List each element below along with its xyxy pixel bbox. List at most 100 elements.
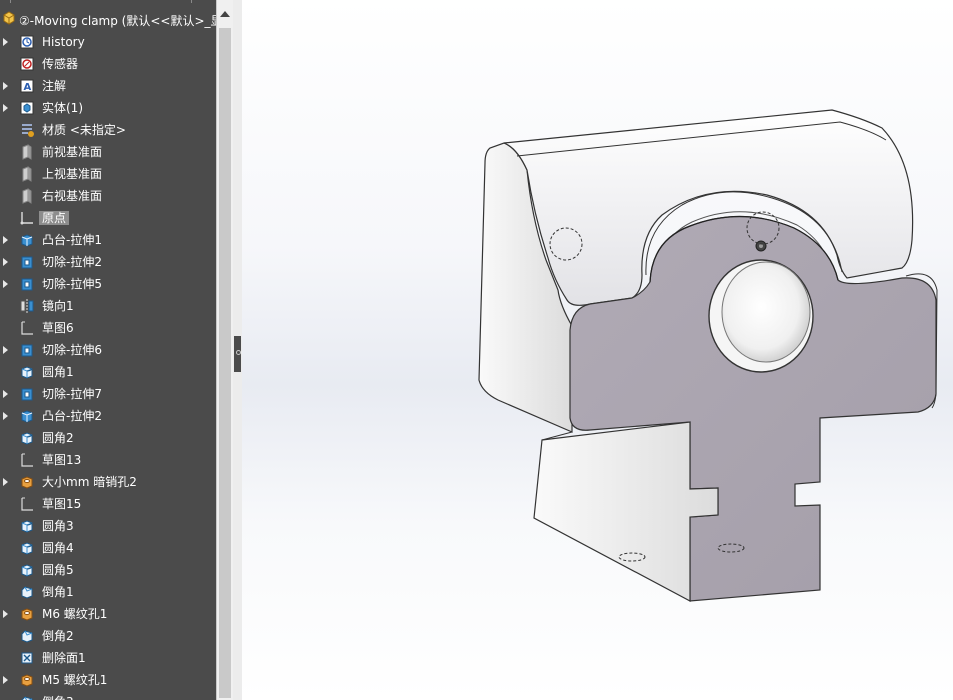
tree-item-label: 草图15 bbox=[42, 497, 82, 511]
tree-item-label: 倒角3 bbox=[42, 695, 74, 700]
chamfer-icon bbox=[21, 696, 33, 700]
tree-scrollbar[interactable] bbox=[216, 0, 234, 700]
tree-item-label: 注解 bbox=[42, 79, 67, 93]
tree-item-5[interactable]: 材质 <未指定> bbox=[0, 119, 216, 141]
tree-item-6[interactable]: 前视基准面 bbox=[0, 141, 216, 163]
tree-item-label: History bbox=[42, 35, 85, 49]
history-icon bbox=[20, 35, 34, 49]
tree-item-21[interactable]: 大小mm 暗销孔2 bbox=[0, 471, 216, 493]
tree-item-label: 删除面1 bbox=[42, 651, 86, 665]
tree-item-11[interactable]: 切除-拉伸2 bbox=[0, 251, 216, 273]
tree-item-1[interactable]: History bbox=[0, 31, 216, 53]
expand-arrow-icon[interactable] bbox=[3, 610, 8, 618]
tree-item-3[interactable]: A 注解 bbox=[0, 75, 216, 97]
fillet-icon bbox=[21, 432, 33, 445]
boss-extrude-icon bbox=[21, 410, 33, 423]
tree-item-label: 圆角5 bbox=[42, 563, 74, 577]
expand-arrow-icon[interactable] bbox=[3, 676, 8, 684]
tree-item-2[interactable]: 传感器 bbox=[0, 53, 216, 75]
fillet-icon bbox=[21, 564, 33, 577]
expand-arrow-icon[interactable] bbox=[3, 258, 8, 266]
plane-icon bbox=[22, 188, 32, 204]
tree-item-12[interactable]: 切除-拉伸5 bbox=[0, 273, 216, 295]
expand-arrow-icon[interactable] bbox=[3, 104, 8, 112]
annotation-icon: A bbox=[20, 79, 34, 93]
tree-item-18[interactable]: 凸台-拉伸2 bbox=[0, 405, 216, 427]
expand-arrow-icon[interactable] bbox=[3, 390, 8, 398]
tree-item-label: 凸台-拉伸2 bbox=[42, 409, 102, 423]
tree-item-29[interactable]: 删除面1 bbox=[0, 647, 216, 669]
tree-item-label: M6 螺纹孔1 bbox=[42, 607, 108, 621]
model-lower-side bbox=[533, 421, 719, 602]
tree-item-15[interactable]: 切除-拉伸6 bbox=[0, 339, 216, 361]
tree-root-part[interactable]: ②-Moving clamp (默认<<默认>_显 bbox=[0, 8, 216, 30]
sensor-icon bbox=[20, 57, 34, 71]
tree-item-13[interactable]: 镜向1 bbox=[0, 295, 216, 317]
graphics-area[interactable] bbox=[242, 0, 953, 700]
tree-item-label: 镜向1 bbox=[42, 299, 74, 313]
tree-item-7[interactable]: 上视基准面 bbox=[0, 163, 216, 185]
tree-item-24[interactable]: 圆角4 bbox=[0, 537, 216, 559]
sketch-icon bbox=[21, 453, 33, 467]
tree-item-label: 大小mm 暗销孔2 bbox=[42, 475, 137, 489]
hole-icon bbox=[21, 608, 33, 621]
hole-icon bbox=[21, 674, 33, 687]
tree-item-label: 传感器 bbox=[42, 57, 79, 71]
tree-item-8[interactable]: 右视基准面 bbox=[0, 185, 216, 207]
tree-item-4[interactable]: 实体(1) bbox=[0, 97, 216, 119]
expand-arrow-icon[interactable] bbox=[3, 346, 8, 354]
tree-item-27[interactable]: M6 螺纹孔1 bbox=[0, 603, 216, 625]
tree-item-19[interactable]: 圆角2 bbox=[0, 427, 216, 449]
tree-item-label: 前视基准面 bbox=[42, 145, 103, 159]
fillet-icon bbox=[21, 520, 33, 533]
tree-item-label: 右视基准面 bbox=[42, 189, 103, 203]
material-icon bbox=[22, 124, 34, 137]
expand-arrow-icon[interactable] bbox=[3, 478, 8, 486]
tree-item-label: M5 螺纹孔1 bbox=[42, 673, 108, 687]
mirror-icon bbox=[20, 299, 34, 313]
chamfer-icon bbox=[21, 586, 33, 599]
tree-item-31[interactable]: 倒角3 bbox=[0, 691, 216, 700]
panel-splitter[interactable] bbox=[233, 0, 242, 700]
boss-extrude-icon bbox=[21, 234, 33, 247]
tree-item-23[interactable]: 圆角3 bbox=[0, 515, 216, 537]
expand-arrow-icon[interactable] bbox=[3, 280, 8, 288]
cut-extrude-icon bbox=[21, 388, 33, 401]
tree-item-label: 切除-拉伸6 bbox=[42, 343, 102, 357]
grip-dot-icon bbox=[236, 350, 241, 355]
model-3d-view[interactable] bbox=[242, 0, 953, 700]
tree-item-28[interactable]: 倒角2 bbox=[0, 625, 216, 647]
plane-icon bbox=[22, 166, 32, 182]
model-bore-inner bbox=[721, 261, 811, 363]
tree-item-label: 切除-拉伸2 bbox=[42, 255, 102, 269]
tree-item-label: 实体(1) bbox=[42, 101, 83, 115]
expand-arrow-icon[interactable] bbox=[3, 82, 8, 90]
tree-item-label: 圆角4 bbox=[42, 541, 74, 555]
expand-arrow-icon[interactable] bbox=[3, 236, 8, 244]
tree-item-label: 倒角2 bbox=[42, 629, 74, 643]
origin-icon bbox=[20, 212, 33, 225]
fillet-icon bbox=[21, 366, 33, 379]
tree-item-10[interactable]: 凸台-拉伸1 bbox=[0, 229, 216, 251]
tree-item-label: 切除-拉伸5 bbox=[42, 277, 102, 291]
tree-item-17[interactable]: 切除-拉伸7 bbox=[0, 383, 216, 405]
tree-item-label: 圆角3 bbox=[42, 519, 74, 533]
splitter-grip[interactable] bbox=[234, 336, 241, 372]
tree-item-26[interactable]: 倒角1 bbox=[0, 581, 216, 603]
tree-item-16[interactable]: 圆角1 bbox=[0, 361, 216, 383]
tree-item-25[interactable]: 圆角5 bbox=[0, 559, 216, 581]
expand-arrow-icon[interactable] bbox=[3, 412, 8, 420]
tree-item-20[interactable]: 草图13 bbox=[0, 449, 216, 471]
feature-manager-tree: ②-Moving clamp (默认<<默认>_显 History 传感器 A 注解实… bbox=[0, 0, 216, 700]
fillet-icon bbox=[21, 542, 33, 555]
hole-icon bbox=[21, 476, 33, 489]
tree-item-9[interactable]: 原点 bbox=[0, 207, 216, 229]
scroll-thumb[interactable] bbox=[219, 28, 231, 698]
scroll-up-arrow-icon[interactable] bbox=[220, 11, 230, 17]
tree-item-14[interactable]: 草图6 bbox=[0, 317, 216, 339]
solid-bodies-icon bbox=[20, 101, 34, 115]
part-icon bbox=[3, 11, 15, 25]
expand-arrow-icon[interactable] bbox=[3, 38, 8, 46]
tree-item-30[interactable]: M5 螺纹孔1 bbox=[0, 669, 216, 691]
tree-item-22[interactable]: 草图15 bbox=[0, 493, 216, 515]
